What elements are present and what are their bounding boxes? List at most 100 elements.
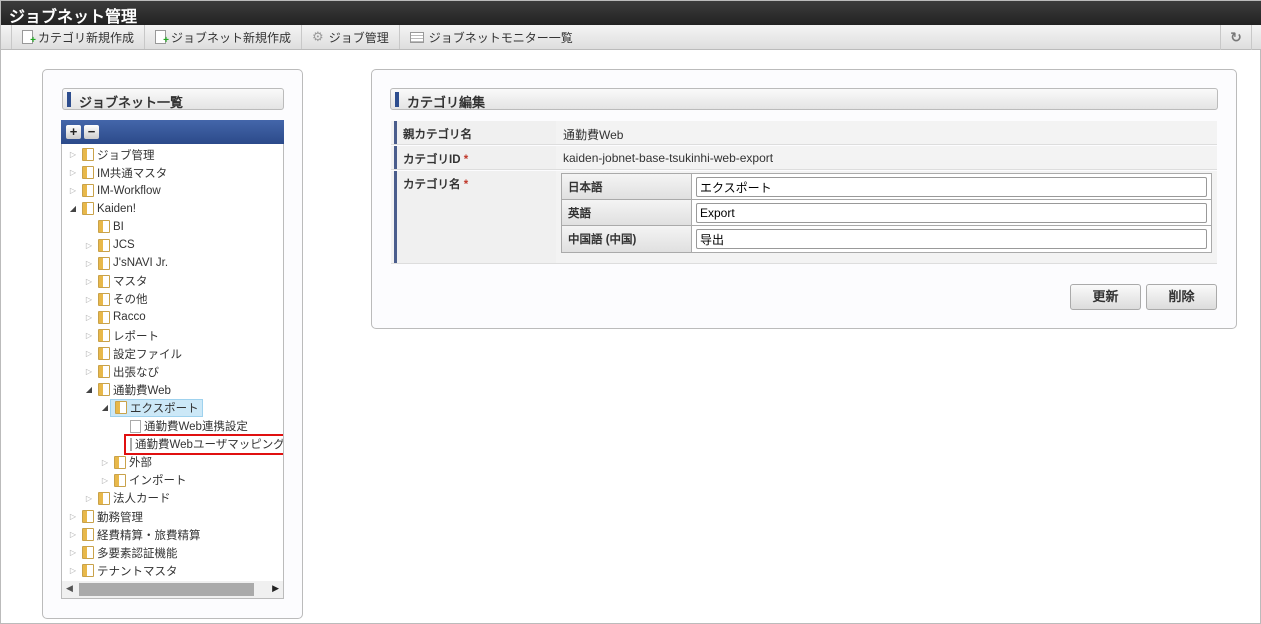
jobnet-monitor-list-button[interactable]: ジョブネットモニター一覧	[398, 25, 583, 49]
folder-icon	[82, 166, 94, 180]
name-en-input[interactable]	[696, 203, 1207, 223]
tree-node[interactable]: ▷ 勤務管理	[68, 508, 143, 525]
folder-icon	[98, 329, 110, 342]
tree-node[interactable]: BI	[84, 218, 124, 235]
tree-node-label: インポート	[129, 475, 187, 488]
tree-node[interactable]: ◢ Kaiden!	[68, 200, 136, 217]
jobnet-tree: ▷ テナントマスタ ▷ 多要素認証機能 ▷ 経費精算・旅費精算 ▷ 勤務管理 ▷ 法人カード ▷ イン…	[61, 144, 284, 599]
new-document-icon: +	[155, 30, 169, 46]
tree-node-label: レポート	[113, 330, 159, 343]
tree-node[interactable]: ▷ IM共通マスタ	[68, 164, 167, 181]
folder-icon	[82, 510, 94, 523]
tree-node[interactable]: ▷ 法人カード	[84, 490, 171, 507]
parent-category-row: 親カテゴリ名 通勤費Web	[391, 121, 1217, 145]
tree-node-label: 通勤費Web	[113, 384, 171, 397]
tree-node[interactable]: ▷ 外部	[100, 454, 152, 471]
tree-node[interactable]: ▷ IM-Workflow	[68, 182, 161, 199]
tree-node[interactable]: ▷ マスタ	[84, 273, 148, 290]
folder-icon	[82, 202, 94, 216]
expand-arrow-icon[interactable]: ▷	[84, 313, 94, 322]
tree-node-label: 設定ファイル	[113, 348, 182, 361]
refresh-icon: ↻	[1230, 29, 1242, 45]
tree-node[interactable]: ▷ JCS	[84, 237, 135, 254]
tree-node-label: 外部	[129, 457, 152, 470]
toolbar: + カテゴリ新規作成 + ジョブネット新規作成 ⚙ ジョブ管理 ジョブネットモニター一…	[1, 25, 1261, 50]
update-button[interactable]: 更新	[1070, 284, 1141, 310]
tree-node-label: 多要素認証機能	[97, 547, 178, 560]
horizontal-scrollbar[interactable]: ◀ ▶	[62, 581, 283, 598]
expand-arrow-icon[interactable]: ▷	[100, 476, 110, 485]
jobnet-icon	[130, 419, 141, 433]
lang-label: 英語	[562, 200, 692, 225]
app-title: ジョブネット管理	[1, 1, 1261, 26]
category-edit-heading: カテゴリ編集	[390, 88, 1218, 110]
scroll-left-icon[interactable]: ◀	[66, 583, 73, 594]
tree-node[interactable]: ▷ レポート	[84, 327, 159, 344]
name-zh-input[interactable]	[696, 229, 1207, 249]
tree-node[interactable]: ◢ 通勤費Web	[84, 381, 171, 398]
parent-category-value: 通勤費Web	[563, 128, 624, 142]
expand-arrow-icon[interactable]: ▷	[84, 494, 94, 503]
tree-node[interactable]: ▷ インポート	[100, 472, 187, 489]
expand-all-button[interactable]: +	[66, 125, 81, 139]
lang-label: 中国語 (中国)	[562, 226, 692, 252]
collapse-arrow-icon[interactable]: ◢	[100, 403, 110, 412]
folder-icon	[98, 347, 110, 361]
expand-arrow-icon[interactable]: ▷	[84, 349, 94, 358]
tree-node[interactable]: ▷ J'sNAVI Jr.	[84, 255, 168, 272]
collapse-all-button[interactable]: −	[84, 125, 99, 139]
collapse-arrow-icon[interactable]: ◢	[84, 385, 94, 394]
category-name-label: カテゴリ名	[403, 179, 461, 191]
folder-icon	[82, 148, 94, 161]
delete-button[interactable]: 削除	[1146, 284, 1217, 310]
tree-node-label: ジョブ管理	[97, 149, 155, 162]
expand-arrow-icon[interactable]: ▷	[84, 367, 94, 376]
collapse-arrow-icon[interactable]: ◢	[68, 204, 78, 213]
tree-node[interactable]: ▷ その他	[84, 291, 148, 308]
scroll-right-icon[interactable]: ▶	[272, 583, 279, 594]
tree-node[interactable]: ▷ 多要素認証機能	[68, 544, 178, 561]
scrollbar-thumb[interactable]	[79, 583, 254, 596]
required-mark: *	[463, 179, 469, 191]
new-jobnet-button[interactable]: + ジョブネット新規作成	[144, 25, 301, 49]
tree-node[interactable]: ▷ ジョブ管理	[68, 146, 155, 163]
tree-node[interactable]: ▷ 経費精算・旅費精算	[68, 526, 201, 543]
expand-arrow-icon[interactable]: ▷	[68, 512, 78, 521]
tree-node-label: マスタ	[113, 276, 148, 289]
refresh-button[interactable]: ↻	[1220, 25, 1252, 50]
tree-node[interactable]: ▷ 設定ファイル	[84, 345, 182, 362]
name-row-ja: 日本語	[562, 174, 1211, 200]
category-id-row: カテゴリID * kaiden-jobnet-base-tsukinhi-web…	[391, 146, 1217, 170]
tree-node-label: J'sNAVI Jr.	[113, 257, 169, 270]
jobnet-icon	[130, 437, 132, 451]
new-category-button[interactable]: + カテゴリ新規作成	[11, 25, 144, 49]
name-row-en: 英語	[562, 200, 1211, 226]
tree-node[interactable]: 通勤費Web連携設定	[116, 418, 248, 435]
expand-arrow-icon[interactable]: ▷	[68, 566, 78, 575]
folder-icon	[114, 455, 126, 469]
expand-arrow-icon[interactable]: ▷	[68, 530, 78, 539]
expand-arrow-icon[interactable]: ▷	[84, 295, 94, 304]
expand-arrow-icon[interactable]: ▷	[84, 259, 94, 268]
tree-node[interactable]: ▷ 出張なび	[84, 363, 159, 380]
tree-node[interactable]: 通勤費Webユーザマッピング	[116, 433, 283, 455]
folder-icon	[115, 401, 127, 415]
folder-icon	[82, 184, 94, 198]
expand-arrow-icon[interactable]: ▷	[84, 241, 94, 250]
expand-arrow-icon[interactable]: ▷	[68, 548, 78, 557]
expand-arrow-icon[interactable]: ▷	[68, 150, 78, 159]
expand-arrow-icon[interactable]: ▷	[68, 186, 78, 195]
tree-node[interactable]: ▷ テナントマスタ	[68, 562, 178, 579]
job-management-button[interactable]: ⚙ ジョブ管理	[301, 25, 399, 49]
tree-node[interactable]: ◢ エクスポート	[100, 398, 203, 417]
name-ja-input[interactable]	[696, 177, 1207, 197]
name-row-zh: 中国語 (中国)	[562, 226, 1211, 252]
expand-arrow-icon[interactable]: ▷	[68, 168, 78, 177]
tree-node[interactable]: ▷ Racco	[84, 309, 146, 326]
expand-arrow-icon[interactable]: ▷	[100, 458, 110, 467]
expand-arrow-icon[interactable]: ▷	[84, 277, 94, 286]
gear-icon: ⚙	[312, 29, 324, 44]
tree-node-label: エクスポート	[130, 402, 199, 415]
expand-arrow-icon[interactable]: ▷	[84, 331, 94, 340]
tree-node-label: IM共通マスタ	[97, 167, 168, 180]
